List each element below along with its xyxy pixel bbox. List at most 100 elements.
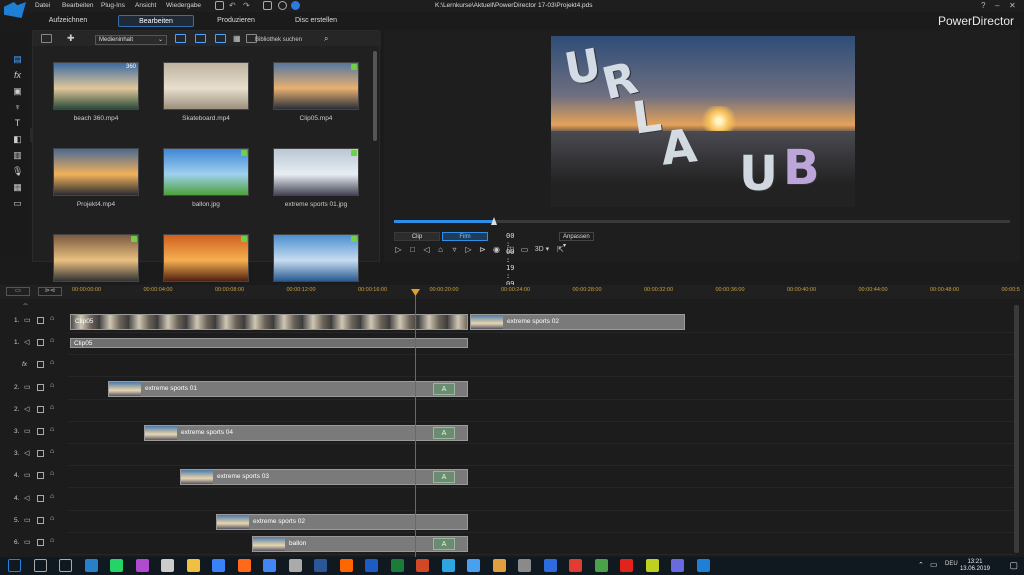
zoom-fit-select[interactable]: Anpassen ▾ [559, 232, 594, 249]
track-enable-checkbox[interactable] [37, 317, 44, 324]
library-thumbnail[interactable] [273, 234, 359, 282]
close-button[interactable]: ✕ [1009, 1, 1016, 10]
media-room-icon[interactable]: ▤ [12, 54, 23, 65]
voice-over-icon[interactable]: 🎙 [12, 166, 23, 177]
search-icon[interactable]: ⌕ [324, 34, 328, 44]
mark-in-icon[interactable]: ⌂ [436, 245, 445, 254]
menu-ansicht[interactable]: Ansicht [135, 2, 156, 9]
chapter-room-icon[interactable]: ▦ [12, 182, 23, 193]
menu-bearbeiten[interactable]: Bearbeiten [62, 2, 93, 9]
app-icon[interactable] [288, 559, 302, 572]
track-enable-checkbox[interactable] [37, 361, 44, 369]
undo-icon[interactable]: ↶ [229, 1, 238, 10]
track-lock-icon[interactable]: ⌂ [50, 359, 54, 366]
menu-wiedergabe[interactable]: Wiedergabe [166, 2, 201, 9]
track-lock-icon[interactable]: ⌂ [50, 337, 54, 344]
app-icon[interactable] [543, 559, 557, 572]
timecode-display[interactable]: 00 : 00 : 19 : 09 [506, 232, 514, 288]
playhead-line[interactable] [415, 291, 416, 557]
title-room-icon[interactable]: T [12, 118, 23, 129]
redo-icon[interactable]: ↷ [243, 1, 252, 10]
library-thumbnail[interactable] [163, 148, 249, 196]
filezilla-icon[interactable] [620, 559, 633, 572]
menu-plugins[interactable]: Plug-Ins [101, 2, 125, 9]
tab-disc-erstellen[interactable]: Disc erstellen [278, 15, 354, 27]
outlook-icon[interactable] [84, 559, 98, 572]
library-thumbnail[interactable] [273, 62, 359, 110]
next-frame-icon[interactable]: ▷ [464, 245, 473, 254]
library-search-input[interactable]: Bibliothek suchen [255, 35, 335, 45]
save-icon[interactable] [215, 1, 224, 10]
tab-bearbeiten[interactable]: Bearbeiten [118, 15, 194, 27]
snapshot-icon[interactable]: ◉ [492, 245, 501, 254]
undock-preview-icon[interactable]: ⇱ [556, 245, 565, 254]
camtasia-icon[interactable] [645, 559, 659, 572]
volume-icon[interactable]: ◫ [506, 245, 515, 254]
whatsapp-icon[interactable] [110, 559, 123, 572]
track-lock-icon[interactable]: ⌂ [50, 448, 54, 455]
track-enable-checkbox[interactable] [37, 450, 44, 458]
tray-chevron-icon[interactable]: ⌃ [918, 561, 924, 569]
timeline-clip[interactable]: Clip05 [70, 338, 468, 349]
track-lock-icon[interactable]: ⌂ [50, 404, 54, 411]
library-thumbnail[interactable] [273, 148, 359, 196]
filter-video-icon[interactable] [175, 34, 186, 43]
stop-icon[interactable]: □ [408, 245, 417, 254]
track-lock-icon[interactable]: ⌂ [50, 382, 54, 389]
task-view-icon[interactable] [59, 559, 72, 572]
timeline-clip[interactable]: ballon A [252, 536, 468, 552]
3d-mode-button[interactable]: 3D ▾ [530, 245, 554, 254]
mark-out-icon[interactable]: ▿ [450, 245, 459, 254]
previous-frame-icon[interactable]: ◁ [422, 245, 431, 254]
account-icon[interactable] [291, 1, 300, 10]
display-settings-icon[interactable]: ▭ [520, 245, 529, 254]
minimize-button[interactable]: – [995, 1, 999, 10]
ppt-icon[interactable] [416, 559, 429, 572]
timeline-clip[interactable]: extreme sports 04 A [144, 425, 468, 441]
film-mode-button[interactable]: Film [442, 232, 488, 241]
track-enable-checkbox[interactable] [37, 405, 44, 413]
chrome-icon[interactable] [212, 559, 225, 572]
filter-image-icon[interactable] [195, 34, 206, 43]
input-language[interactable]: DEU [945, 561, 958, 567]
particle-room-icon[interactable]: ♆ [12, 102, 23, 113]
word-icon[interactable] [365, 559, 378, 572]
timeline-clip[interactable]: extreme sports 03 A [180, 469, 468, 486]
library-scrollbar[interactable] [373, 51, 377, 141]
fast-forward-icon[interactable]: ⊳ [478, 245, 487, 254]
timeline-ruler[interactable]: ▭ ⊳⊲ 00:00:00:00 00:00:04:00 00:00:08:00 00… [0, 285, 1024, 299]
app-icon[interactable] [594, 559, 608, 572]
title-effect-badge[interactable]: A [433, 382, 455, 395]
track-lock-icon[interactable]: ⌂ [50, 515, 54, 522]
search-taskbar-icon[interactable] [33, 559, 47, 572]
file-explorer-icon[interactable] [186, 559, 200, 572]
media-content-select[interactable]: Medieninhalt ⌄ [95, 35, 167, 45]
track-lock-icon[interactable]: ⌂ [50, 493, 54, 500]
import-media-icon[interactable] [41, 34, 52, 43]
timeline-clip[interactable]: extreme sports 02 [216, 513, 468, 530]
app-icon[interactable] [492, 559, 506, 572]
menu-datei[interactable]: Datei [35, 2, 50, 9]
track-enable-checkbox[interactable] [37, 539, 44, 546]
word-icon[interactable] [314, 559, 327, 572]
track-lock-icon[interactable]: ⌂ [50, 315, 54, 322]
track-enable-checkbox[interactable] [37, 494, 44, 502]
track-lock-icon[interactable]: ⌂ [50, 537, 54, 544]
skype-icon[interactable] [441, 559, 455, 572]
timeline-view-icon[interactable]: ▭ [6, 287, 30, 296]
ie-icon[interactable] [263, 559, 276, 572]
library-thumbnail[interactable] [53, 234, 139, 282]
track-enable-checkbox[interactable] [37, 383, 44, 391]
powerpoint-icon[interactable] [339, 559, 353, 572]
app-icon[interactable] [671, 559, 684, 572]
layout-icon[interactable] [263, 1, 272, 10]
powerdirector-taskbar-icon[interactable] [696, 559, 710, 572]
title-effect-badge[interactable]: A [433, 427, 455, 439]
timeline-scrollbar[interactable] [1014, 305, 1019, 553]
track-lock-icon[interactable]: ⌂ [50, 426, 54, 433]
track-lock-icon[interactable]: ⌂ [50, 470, 54, 477]
track-enable-checkbox[interactable] [37, 428, 44, 435]
network-icon[interactable]: ▭ [930, 560, 938, 569]
app-icon[interactable] [135, 559, 149, 572]
excel-icon[interactable] [390, 559, 404, 572]
